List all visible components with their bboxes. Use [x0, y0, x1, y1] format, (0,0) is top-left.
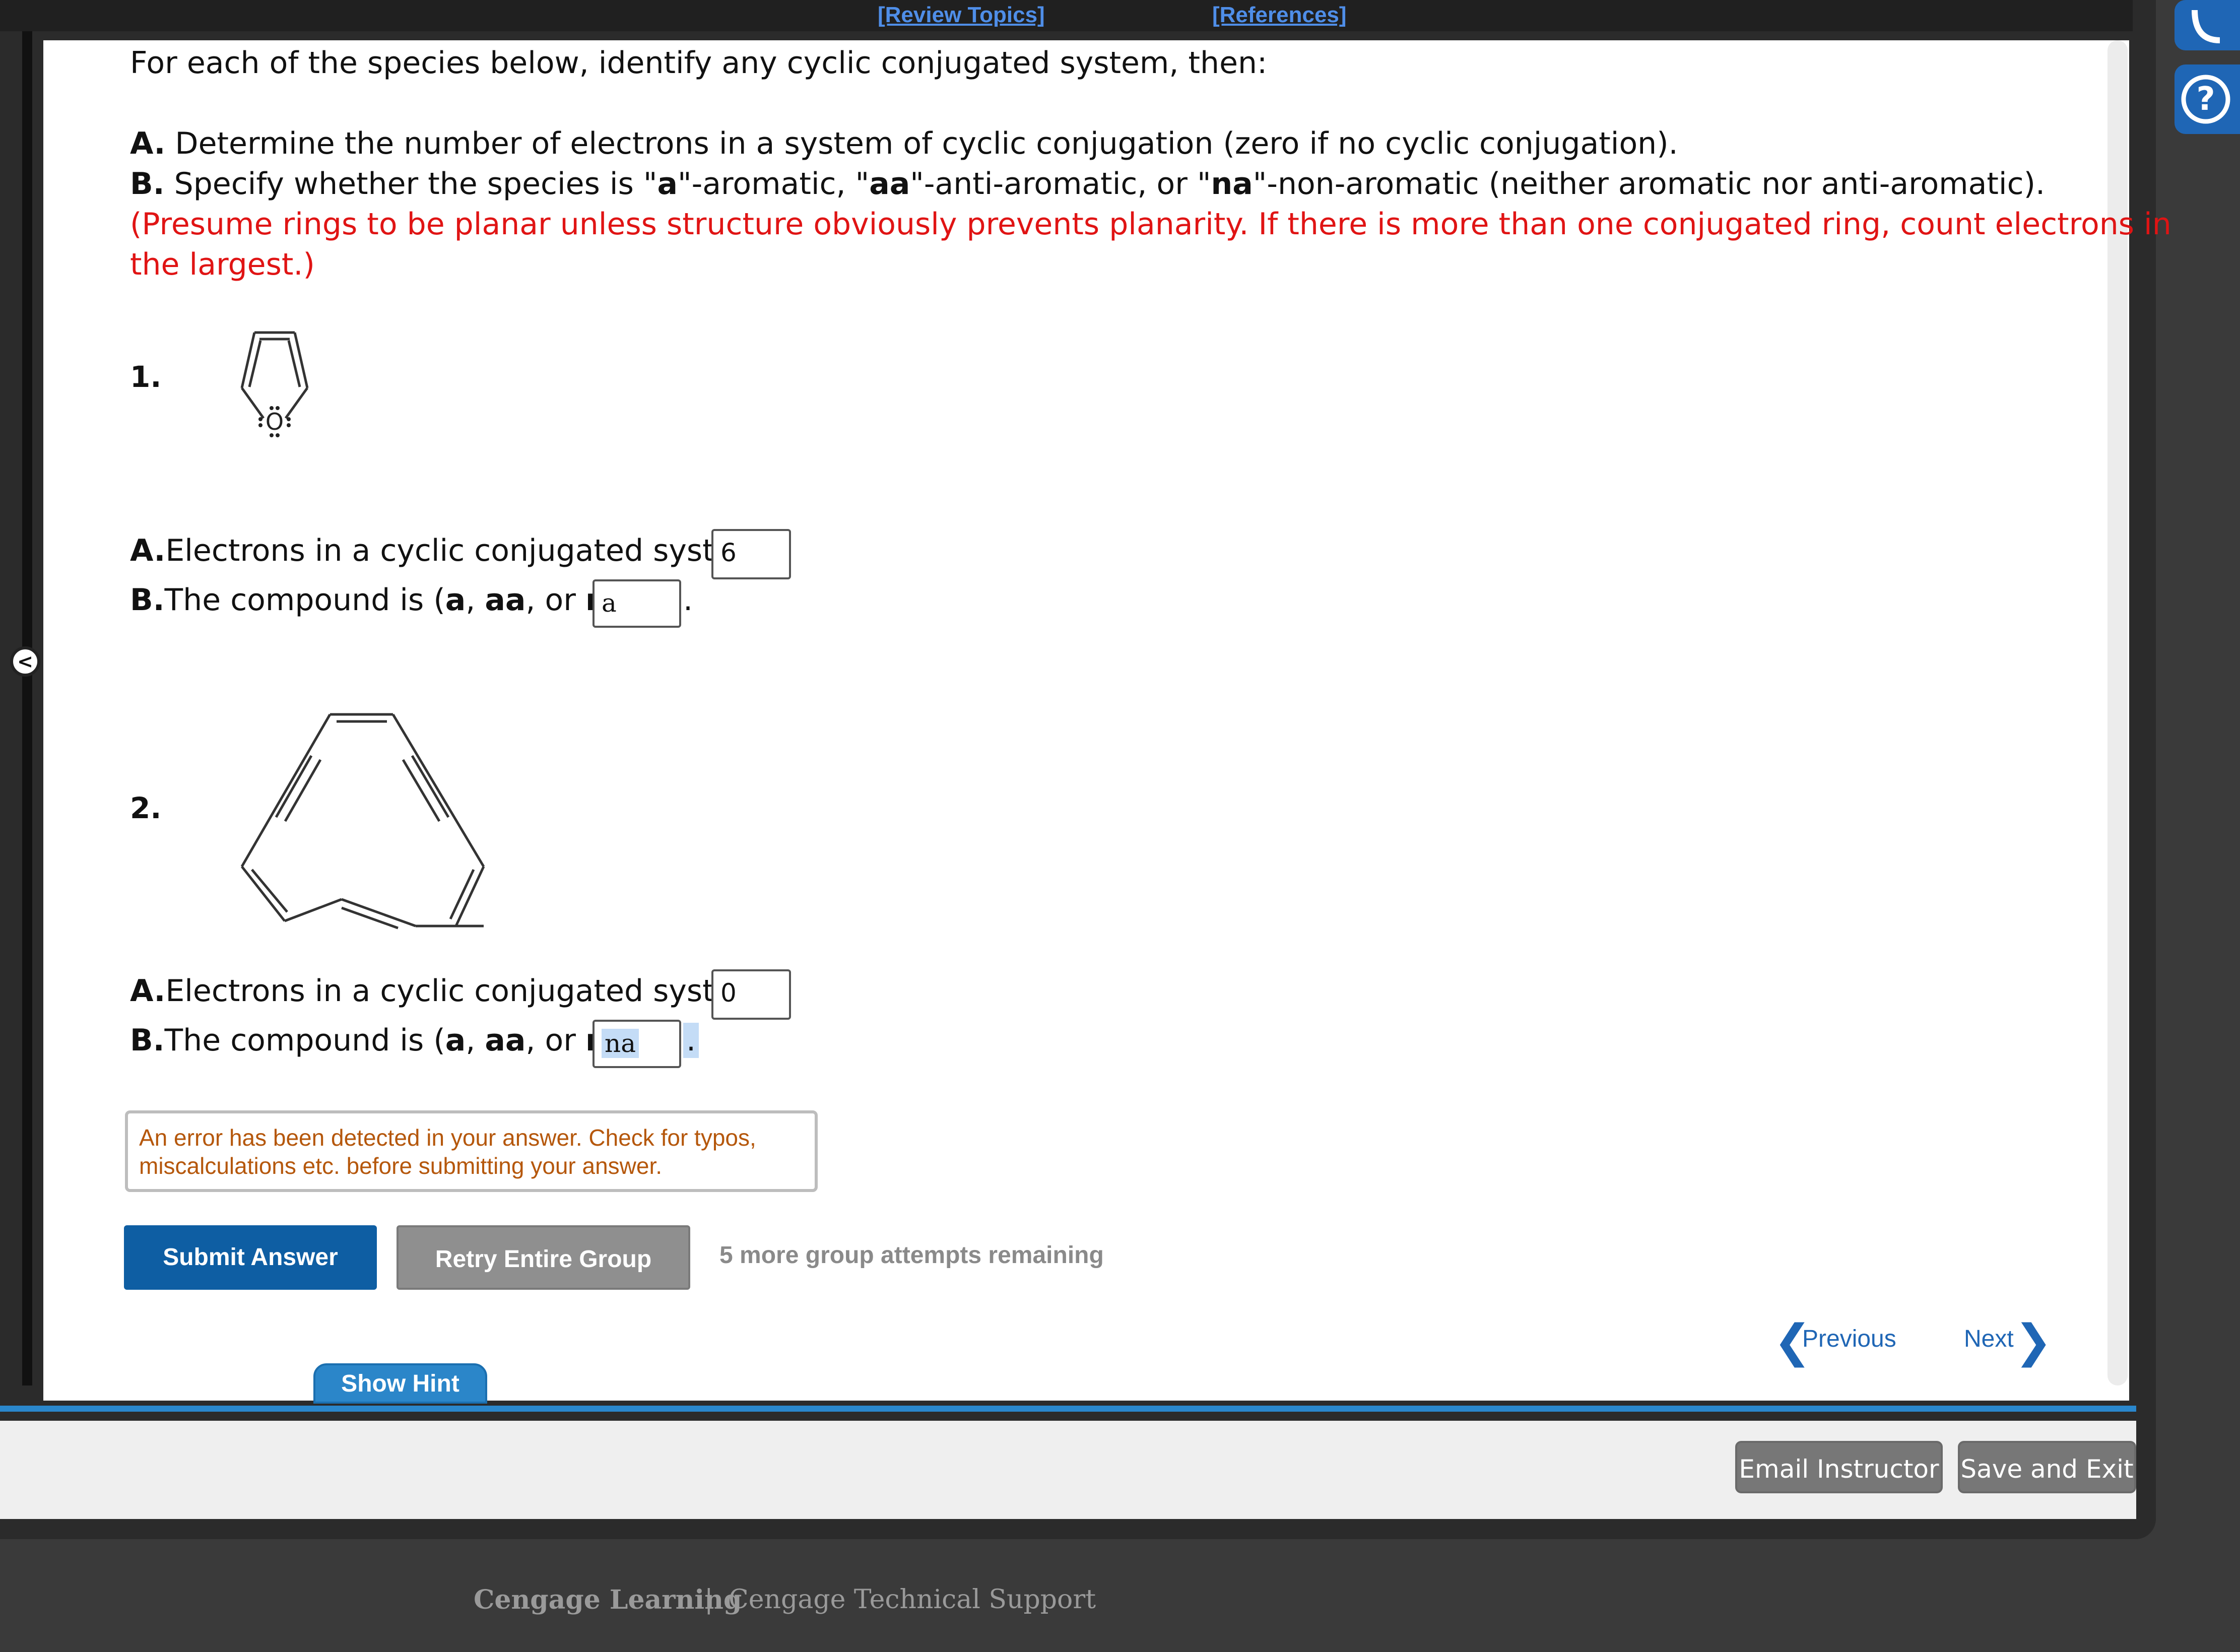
top-bar: [Review Topics] [References]: [0, 0, 2133, 31]
option-a: a: [445, 1023, 466, 1058]
part-a-label: A.: [130, 973, 166, 1009]
collapse-panel-icon[interactable]: <: [10, 646, 40, 677]
instruction-b-text: "-anti-aromatic, or ": [910, 166, 1211, 202]
separator: ,: [466, 582, 485, 618]
scrollbar[interactable]: [2107, 40, 2128, 1385]
svg-text:?: ?: [2196, 81, 2215, 118]
submit-answer-button[interactable]: Submit Answer: [124, 1225, 377, 1290]
svg-text:O: O: [266, 408, 284, 435]
part-b-text: The compound is (: [164, 1023, 445, 1058]
furan-structure: O: [240, 331, 309, 437]
q1-part-a-label: A.Electrons in a cyclic conjugated syste…: [130, 533, 772, 568]
attempts-remaining: 5 more group attempts remaining: [719, 1242, 1104, 1269]
part-b-text: The compound is (: [164, 582, 445, 618]
instruction-b-text: "-aromatic, ": [678, 166, 870, 202]
option-a: a: [445, 582, 466, 618]
selected-period: .: [683, 1023, 699, 1058]
q1-period: .: [683, 582, 693, 618]
collapse-glyph: <: [17, 650, 33, 673]
instruction-b: B. Specify whether the species is "a"-ar…: [130, 166, 2045, 202]
accent-divider: [0, 1406, 2136, 1412]
instruction-b-text: "-non-aromatic (neither aromatic nor ant…: [1253, 166, 2046, 202]
q1-aromaticity-input[interactable]: a: [592, 579, 681, 628]
save-exit-button[interactable]: Save and Exit: [1958, 1441, 2136, 1493]
separator: , or: [525, 582, 585, 618]
q1-part-b-label: B.The compound is (a, aa, or na): [130, 582, 639, 618]
instruction-b-label: B.: [130, 166, 165, 202]
email-instructor-button[interactable]: Email Instructor: [1735, 1441, 1943, 1493]
part-a-text: Electrons in a cyclic conjugated system.: [165, 533, 772, 568]
instruction-a: A. Determine the number of electrons in …: [130, 126, 1678, 161]
help-icon[interactable]: ?: [2175, 64, 2240, 134]
instruction-b-text: Specify whether the species is ": [164, 166, 657, 202]
retry-group-button[interactable]: Retry Entire Group: [397, 1225, 690, 1290]
option-aa: aa: [485, 582, 526, 618]
q1-electrons-input[interactable]: 6: [711, 529, 791, 579]
instruction-a-label: A.: [130, 126, 166, 161]
error-message: An error has been detected in your answe…: [125, 1110, 818, 1192]
next-link[interactable]: Next: [1964, 1325, 2014, 1353]
question-number: 1.: [130, 360, 162, 394]
footer-separator: |: [704, 1584, 713, 1615]
option-na: na: [1211, 166, 1253, 202]
part-a-text: Electrons in a cyclic conjugated system.: [165, 973, 772, 1009]
part-b-label: B.: [130, 582, 165, 618]
left-divider: [22, 31, 32, 1385]
option-a: a: [657, 166, 678, 202]
cyclic-polyene-structure: [240, 713, 485, 930]
instructions-intro: For each of the species below, identify …: [130, 45, 1268, 81]
q2-part-a-label: A.Electrons in a cyclic conjugated syste…: [130, 973, 772, 1009]
show-hint-button[interactable]: Show Hint: [313, 1363, 487, 1404]
q2-aromaticity-input[interactable]: na: [592, 1020, 681, 1068]
chevron-right-icon[interactable]: ❯: [2014, 1315, 2052, 1368]
option-aa: aa: [869, 166, 910, 202]
technical-support-link[interactable]: Cengage Technical Support: [729, 1584, 1096, 1615]
planarity-note-line2: the largest.): [130, 247, 315, 282]
cengage-learning-link[interactable]: Cengage Learning: [474, 1584, 742, 1615]
headset-icon[interactable]: [2175, 0, 2240, 50]
separator: , or: [525, 1023, 585, 1058]
question-number: 2.: [130, 791, 162, 825]
headset-icon-glyph: [2192, 10, 2220, 43]
review-topics-link[interactable]: [Review Topics]: [878, 0, 1045, 31]
q2-part-b-label: B.The compound is (a, aa, or na): [130, 1023, 639, 1058]
option-aa: aa: [485, 1023, 526, 1058]
selected-text: na: [602, 1029, 639, 1058]
references-link[interactable]: [References]: [1212, 0, 1347, 31]
part-a-label: A.: [130, 533, 166, 568]
previous-link[interactable]: Previous: [1802, 1325, 1896, 1353]
instruction-a-text: Determine the number of electrons in a s…: [165, 126, 1678, 161]
help-icon-glyph: ?: [2181, 75, 2230, 124]
separator: ,: [466, 1023, 485, 1058]
planarity-note-line1: (Presume rings to be planar unless struc…: [130, 207, 2171, 242]
q2-electrons-input[interactable]: 0: [711, 969, 791, 1020]
part-b-label: B.: [130, 1023, 165, 1058]
q2-period: .: [683, 1023, 699, 1058]
